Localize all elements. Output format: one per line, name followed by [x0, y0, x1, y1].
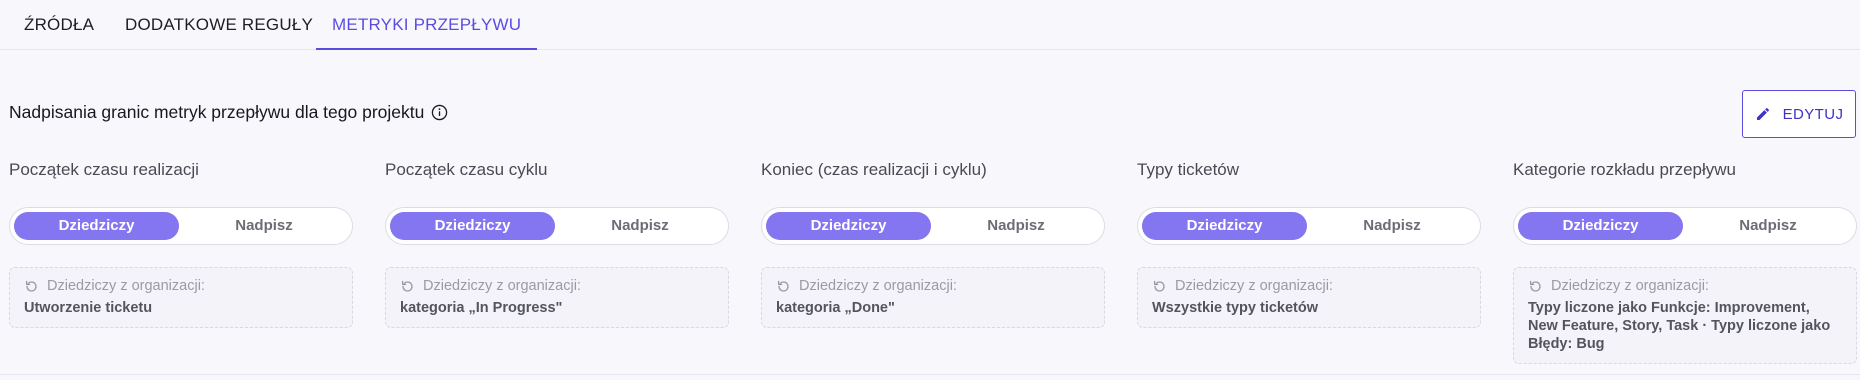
inherit-option[interactable]: Dziedziczy — [766, 212, 931, 240]
inherit-override-toggle: Dziedziczy Nadpisz — [1513, 207, 1857, 245]
inherited-from-label: Dziedziczy z organizacji: — [24, 277, 338, 295]
inherited-from-text: Dziedziczy z organizacji: — [1175, 278, 1333, 294]
inherit-option[interactable]: Dziedziczy — [1518, 212, 1683, 240]
inherited-from-text: Dziedziczy z organizacji: — [799, 278, 957, 294]
inherit-option[interactable]: Dziedziczy — [14, 212, 179, 240]
column-title: Kategorie rozkładu przepływu — [1513, 160, 1737, 179]
inherit-override-toggle: Dziedziczy Nadpisz — [385, 207, 729, 245]
inherited-from-label: Dziedziczy z organizacji: — [1528, 277, 1842, 295]
column-title: Początek czasu realizacji — [9, 160, 199, 179]
inherit-override-toggle: Dziedziczy Nadpisz — [1137, 207, 1481, 245]
reset-icon — [1529, 280, 1541, 292]
override-option[interactable]: Nadpisz — [932, 212, 1100, 240]
inherited-value-box: Dziedziczy z organizacji: Typy liczone j… — [1513, 267, 1857, 364]
reset-icon — [401, 280, 413, 292]
override-option[interactable]: Nadpisz — [556, 212, 724, 240]
column-title: Początek czasu cyklu — [385, 160, 548, 179]
inherited-from-text: Dziedziczy z organizacji: — [47, 278, 205, 294]
edit-button-label: EDYTUJ — [1782, 105, 1844, 123]
bottom-divider — [0, 374, 1860, 375]
inherited-value: Typy liczone jako Funkcje: Improvement, … — [1528, 300, 1831, 352]
inherited-value-box: Dziedziczy z organizacji: kategoria „Don… — [761, 267, 1105, 328]
inherited-value-box: Dziedziczy z organizacji: kategoria „In … — [385, 267, 729, 328]
setting-column-end: Koniec (czas realizacji i cyklu) Dziedzi… — [761, 160, 1105, 328]
inherited-from-text: Dziedziczy z organizacji: — [1551, 278, 1709, 294]
inherit-override-toggle: Dziedziczy Nadpisz — [9, 207, 353, 245]
tab-flow-metrics[interactable]: METRYKI PRZEPŁYWU — [315, 0, 538, 50]
inherited-value: kategoria „Done" — [776, 300, 895, 316]
section-heading: Nadpisania granic metryk przepływu dla t… — [9, 102, 448, 123]
setting-column-ticket-types: Typy ticketów Dziedziczy Nadpisz Dziedzi… — [1137, 160, 1481, 328]
section-heading-text: Nadpisania granic metryk przepływu dla t… — [9, 102, 425, 122]
override-option[interactable]: Nadpisz — [1308, 212, 1476, 240]
inherit-override-toggle: Dziedziczy Nadpisz — [761, 207, 1105, 245]
tab-additional-rules[interactable]: DODATKOWE REGUŁY — [125, 0, 313, 50]
reset-icon — [777, 280, 789, 292]
inherited-from-label: Dziedziczy z organizacji: — [1152, 277, 1466, 295]
inherited-value-box: Dziedziczy z organizacji: Wszystkie typy… — [1137, 267, 1481, 328]
tab-sources[interactable]: ŹRÓDŁA — [24, 0, 94, 50]
inherit-option[interactable]: Dziedziczy — [390, 212, 555, 240]
column-title: Koniec (czas realizacji i cyklu) — [761, 160, 987, 179]
inherit-option[interactable]: Dziedziczy — [1142, 212, 1307, 240]
inherited-from-label: Dziedziczy z organizacji: — [776, 277, 1090, 295]
inherited-value: kategoria „In Progress" — [400, 300, 563, 316]
inherited-value: Wszystkie typy ticketów — [1152, 300, 1318, 316]
inherited-value: Utworzenie ticketu — [24, 300, 153, 316]
reset-icon — [1153, 280, 1165, 292]
inherited-value-box: Dziedziczy z organizacji: Utworzenie tic… — [9, 267, 353, 328]
tab-bar: ŹRÓDŁA DODATKOWE REGUŁY METRYKI PRZEPŁYW… — [0, 0, 1860, 50]
column-title: Typy ticketów — [1137, 160, 1240, 179]
inherited-from-text: Dziedziczy z organizacji: — [423, 278, 581, 294]
info-icon[interactable] — [431, 104, 448, 121]
edit-button[interactable]: EDYTUJ — [1742, 90, 1856, 138]
override-option[interactable]: Nadpisz — [180, 212, 348, 240]
inherited-from-label: Dziedziczy z organizacji: — [400, 277, 714, 295]
setting-column-flow-distribution: Kategorie rozkładu przepływu Dziedziczy … — [1513, 160, 1857, 364]
pencil-icon — [1756, 107, 1769, 120]
reset-icon — [25, 280, 37, 292]
setting-column-lead-time-start: Początek czasu realizacji Dziedziczy Nad… — [9, 160, 353, 328]
setting-column-cycle-time-start: Początek czasu cyklu Dziedziczy Nadpisz … — [385, 160, 729, 328]
override-option[interactable]: Nadpisz — [1684, 212, 1852, 240]
